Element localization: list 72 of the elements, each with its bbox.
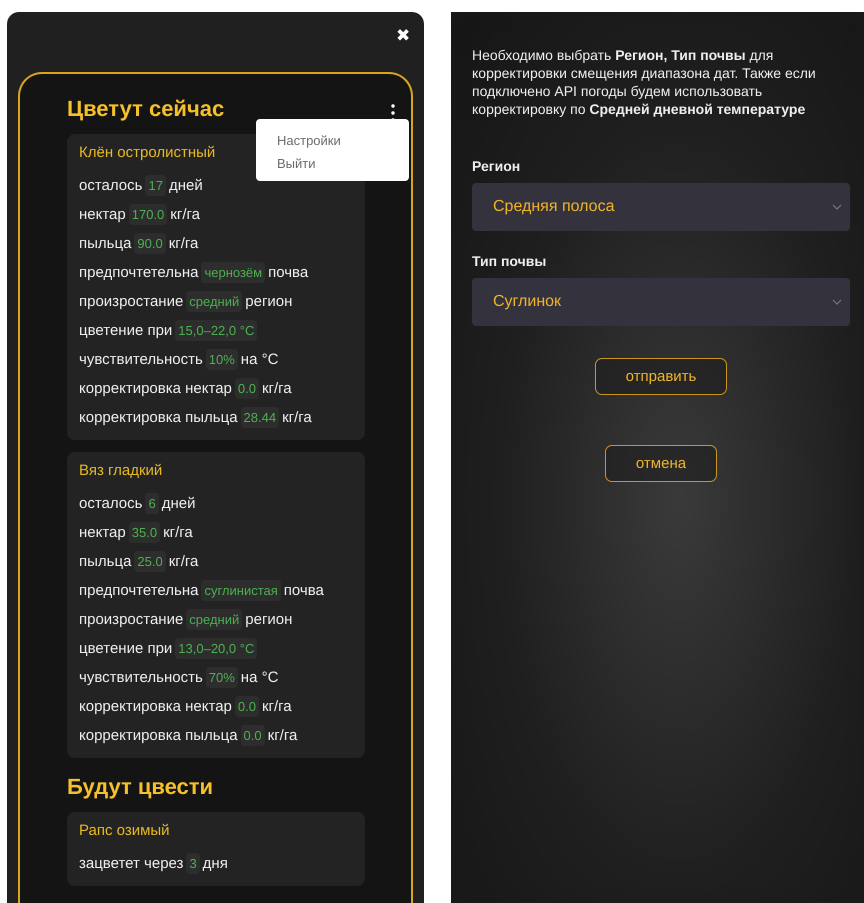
plant-name: Рапс озимый: [79, 822, 171, 839]
row-value: 170.0: [128, 204, 168, 225]
cancel-button[interactable]: отмена: [604, 445, 718, 482]
plant-name: Клён остролистный: [79, 144, 216, 161]
unit-label: кг/га: [262, 380, 292, 397]
unit-label: почва: [284, 582, 324, 599]
unit-label: на °C: [240, 669, 278, 686]
row-label: чувствительность: [79, 669, 203, 686]
row-value: 0.0: [234, 696, 259, 717]
chevron-down-icon: [832, 299, 842, 305]
row-value: 13,0–20,0 °C: [175, 638, 258, 659]
field-label: Регион: [472, 158, 522, 174]
row-value: 17: [145, 175, 166, 196]
select-field[interactable]: Суглинок: [472, 278, 850, 326]
row-label: цветение при: [79, 322, 172, 339]
row-label: осталось: [79, 495, 142, 512]
plant-name: Вяз гладкий: [79, 462, 164, 479]
row-value: 0.0: [234, 378, 259, 399]
menu-item[interactable]: Выйти: [256, 156, 409, 171]
row-value: 0.0: [240, 725, 265, 746]
row-label: предпочтетельна: [79, 264, 198, 281]
unit-label: регион: [245, 293, 292, 310]
close-button[interactable]: ✖: [396, 24, 410, 46]
unit-label: кг/га: [262, 698, 292, 715]
field-label: Тип почвы: [472, 253, 548, 269]
row-label: пыльца: [79, 553, 132, 570]
row-value: чернозём: [201, 262, 266, 283]
unit-label: дня: [202, 855, 228, 872]
submit-button[interactable]: отправить: [594, 358, 728, 395]
menu-item[interactable]: Настройки: [256, 133, 409, 148]
row-label: корректировка нектар: [79, 698, 232, 715]
unit-label: регион: [245, 611, 292, 628]
row-label: осталось: [79, 177, 142, 194]
row-label: предпочтетельна: [79, 582, 198, 599]
unit-label: кг/га: [163, 524, 193, 541]
chevron-down-icon: [832, 204, 842, 210]
row-value: 35.0: [128, 522, 160, 543]
unit-label: дней: [162, 495, 196, 512]
row-label: корректировка пыльца: [79, 727, 238, 744]
row-label: нектар: [79, 206, 126, 223]
row-value: 15,0–22,0 °C: [175, 320, 258, 341]
row-value: 70%: [206, 667, 238, 688]
row-label: цветение при: [79, 640, 172, 657]
row-value: средний: [186, 291, 242, 312]
unit-label: кг/га: [168, 235, 198, 252]
row-label: зацветет через: [79, 855, 184, 872]
row-value: 28.44: [240, 407, 280, 428]
section-heading: Цветут сейчас: [67, 96, 224, 122]
row-value: средний: [186, 609, 242, 630]
unit-label: кг/га: [282, 409, 312, 426]
unit-label: кг/га: [168, 553, 198, 570]
row-label: корректировка нектар: [79, 380, 232, 397]
row-value: 25.0: [134, 551, 166, 572]
row-value: 6: [145, 493, 159, 514]
row-label: пыльца: [79, 235, 132, 252]
row-label: нектар: [79, 524, 126, 541]
section-heading: Будут цвести: [67, 774, 214, 800]
row-value: 90.0: [134, 233, 166, 254]
unit-label: почва: [268, 264, 308, 281]
select-field[interactable]: Средняя полоса: [472, 183, 850, 231]
row-label: произростание: [79, 293, 184, 310]
row-label: произростание: [79, 611, 184, 628]
description-text: Необходимо выбрать Регион, Тип почвы для корректировки смещения диапазона дат. Также если подключено API погоды будем использовать корректировку по Средней дневной температуре: [472, 46, 817, 118]
row-label: чувствительность: [79, 351, 203, 368]
row-value: 3: [186, 853, 200, 874]
row-value: 10%: [206, 349, 238, 370]
unit-label: кг/га: [268, 727, 298, 744]
row-value: суглинистая: [201, 580, 281, 601]
row-label: корректировка пыльца: [79, 409, 238, 426]
unit-label: кг/га: [170, 206, 200, 223]
unit-label: дней: [168, 177, 203, 194]
unit-label: на °C: [240, 351, 278, 368]
